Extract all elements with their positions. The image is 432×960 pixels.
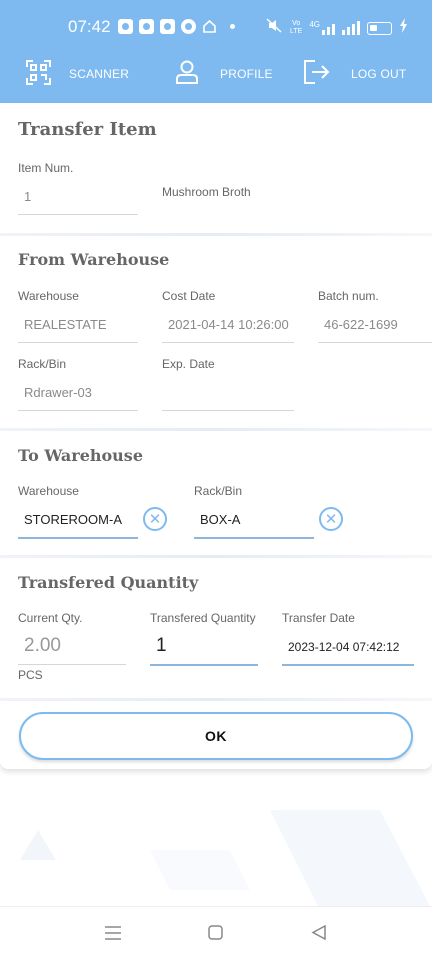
batch-num-value[interactable]: 46-622-1699	[324, 317, 398, 332]
status-time: 07:42	[68, 17, 111, 36]
transfered-qty-underline	[150, 664, 258, 666]
section-divider	[0, 555, 432, 558]
clear-icon: ✕	[148, 510, 162, 528]
network-type: 4G	[309, 20, 320, 29]
notification-icons	[118, 19, 217, 39]
exp-date-underline	[162, 410, 294, 411]
item-num-underline	[18, 214, 138, 215]
volte-indicator: Vo LTE	[290, 20, 302, 36]
transfer-card	[0, 103, 432, 769]
more-notifications-dot	[230, 24, 235, 29]
home-square-icon[interactable]	[208, 925, 223, 945]
section-divider	[0, 698, 432, 701]
to-rack-underline	[194, 537, 314, 539]
transfer-date-underline	[282, 664, 414, 666]
to-warehouse-underline	[18, 537, 138, 539]
messenger-icon	[181, 19, 196, 34]
capcut-icon	[160, 19, 175, 34]
qr-scanner-icon	[26, 60, 51, 88]
section-divider	[0, 428, 432, 431]
cost-date-label: Cost Date	[162, 289, 216, 303]
mute-icon	[266, 18, 283, 38]
item-name: Mushroom Broth	[162, 185, 251, 199]
app-nav: SCANNER PROFILE LOG OUT	[0, 56, 432, 96]
app-header: 07:42 Vo LTE 4G SCANNER PROFILE LOG OUT	[0, 0, 432, 103]
transfer-date-label: Transfer Date	[282, 611, 355, 625]
transfered-quantity-title: Transfered Quantity	[18, 573, 199, 592]
logout-icon	[304, 60, 330, 87]
exp-date-label: Exp. Date	[162, 357, 215, 371]
menu-icon[interactable]	[105, 925, 121, 946]
scanner-button[interactable]: SCANNER	[26, 60, 129, 88]
batch-num-underline	[318, 342, 432, 343]
back-triangle-icon[interactable]	[311, 924, 326, 945]
cost-date-underline	[162, 342, 294, 343]
home-app-icon	[202, 19, 217, 39]
to-warehouse-value[interactable]: STOREROOM-A	[24, 512, 122, 527]
transfered-qty-label: Transfered Quantity	[150, 611, 256, 625]
volte-bottom: LTE	[290, 28, 303, 35]
to-warehouse-label: Warehouse	[18, 484, 79, 498]
current-qty-value: 2.00	[24, 635, 61, 656]
from-warehouse-value[interactable]: REALESTATE	[24, 317, 107, 332]
section-divider	[0, 233, 432, 236]
profile-label: PROFILE	[220, 66, 273, 81]
scanner-label: SCANNER	[69, 67, 130, 81]
from-rack-label: Rack/Bin	[18, 357, 67, 371]
clear-to-warehouse-button[interactable]: ✕	[143, 507, 167, 531]
signal-4g-icon: 4G	[309, 21, 335, 35]
transfered-qty-input[interactable]: 1	[156, 635, 167, 657]
background-decoration	[0, 790, 432, 910]
volte-top: Vo	[292, 20, 301, 27]
from-warehouse-title: From Warehouse	[18, 250, 170, 269]
system-nav-bar	[0, 906, 432, 960]
cost-date-value[interactable]: 2021-04-14 10:26:00	[168, 317, 289, 332]
battery-icon	[367, 21, 392, 35]
current-qty-label: Current Qty.	[18, 611, 83, 625]
signal-icon	[342, 21, 360, 35]
from-warehouse-underline	[18, 342, 138, 343]
item-num-label: Item Num.	[18, 161, 74, 175]
current-qty-underline	[18, 664, 126, 665]
transfer-item-title: Transfer Item	[18, 119, 157, 140]
batch-num-label: Batch num.	[318, 289, 379, 303]
wechat-icon	[118, 19, 133, 34]
location-app-icon	[139, 19, 154, 34]
to-warehouse-title: To Warehouse	[18, 446, 143, 465]
to-rack-label: Rack/Bin	[194, 484, 243, 498]
to-rack-value[interactable]: BOX-A	[200, 512, 240, 527]
status-right: Vo LTE 4G	[266, 18, 408, 38]
profile-button[interactable]: PROFILE	[176, 60, 273, 87]
clear-to-rack-button[interactable]: ✕	[319, 507, 343, 531]
status-bar: 07:42 Vo LTE 4G	[0, 0, 432, 54]
logout-label: LOG OUT	[351, 66, 407, 81]
item-num-value[interactable]: 1	[24, 189, 31, 204]
clear-icon: ✕	[324, 510, 338, 528]
ok-button[interactable]: OK	[19, 712, 413, 760]
from-rack-value[interactable]: Rdrawer-03	[24, 385, 92, 400]
user-icon	[176, 60, 198, 87]
ok-label: OK	[205, 728, 227, 744]
transfer-date-value[interactable]: 2023-12-04 07:42:12	[288, 640, 399, 654]
unit-label: PCS	[18, 668, 43, 682]
logout-button[interactable]: LOG OUT	[304, 60, 406, 87]
from-warehouse-label: Warehouse	[18, 289, 79, 303]
from-rack-underline	[18, 410, 138, 411]
charging-icon	[399, 18, 408, 38]
